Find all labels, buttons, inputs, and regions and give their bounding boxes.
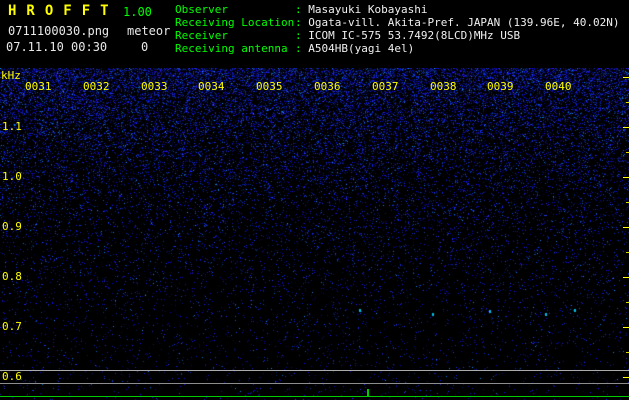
x-axis-label: 0036 bbox=[314, 80, 341, 93]
level-reference-line-upper bbox=[0, 370, 629, 371]
x-axis-label: 0037 bbox=[372, 80, 399, 93]
hrofft-window: HROFFT 1.00 0711100030.png meteor 07.11.… bbox=[0, 0, 629, 400]
station-info-row: Receiving antenna: A504HB(yagi 4el) bbox=[175, 42, 620, 55]
spectrogram-canvas bbox=[0, 68, 629, 400]
y-axis-label: 0.9 bbox=[2, 220, 22, 233]
y-axis-label: 0.6 bbox=[2, 370, 22, 383]
info-value-observer: Masayuki Kobayashi bbox=[308, 3, 428, 16]
y-axis-tick bbox=[623, 327, 629, 328]
y-axis-tick bbox=[623, 177, 629, 178]
output-filename: 0711100030.png bbox=[8, 24, 110, 38]
info-label-antenna: Receiving antenna bbox=[175, 42, 288, 55]
signal-level-trace bbox=[0, 396, 629, 397]
y-axis-label: 1.1 bbox=[2, 120, 22, 133]
y-axis-label: 0.7 bbox=[2, 320, 22, 333]
x-axis-label: 0033 bbox=[141, 80, 168, 93]
x-axis-label: 0040 bbox=[545, 80, 572, 93]
y-axis-label: 1.0 bbox=[2, 170, 22, 183]
x-axis-label: 0038 bbox=[430, 80, 457, 93]
info-separator: : bbox=[295, 3, 309, 16]
x-axis-label: 0039 bbox=[487, 80, 514, 93]
y-axis-label: 0.8 bbox=[2, 270, 22, 283]
app-version: 1.00 bbox=[123, 5, 152, 19]
info-value-receiver: ICOM IC-575 53.7492(8LCD)MHz USB bbox=[308, 29, 521, 42]
info-separator: : bbox=[295, 29, 309, 42]
spectrogram-area: kHz 0031 0032 0033 0034 0035 0036 0037 0… bbox=[0, 68, 629, 400]
signal-level-blip bbox=[367, 389, 369, 396]
y-axis-tick bbox=[623, 277, 629, 278]
info-label-receiver: Receiver bbox=[175, 29, 228, 42]
level-reference-line-lower bbox=[0, 383, 629, 384]
station-info-row: Observer: Masayuki Kobayashi bbox=[175, 3, 620, 16]
station-info-row: Receiver: ICOM IC-575 53.7492(8LCD)MHz U… bbox=[175, 29, 620, 42]
y-axis-tick bbox=[623, 377, 629, 378]
info-value-location: Ogata-vill. Akita-Pref. JAPAN (139.96E, … bbox=[308, 16, 620, 29]
x-axis-label: 0035 bbox=[256, 80, 283, 93]
y-axis-tick bbox=[623, 227, 629, 228]
station-info: Observer: Masayuki Kobayashi Receiving L… bbox=[175, 3, 620, 55]
y-axis-tick bbox=[623, 77, 629, 78]
x-axis-label: 0034 bbox=[198, 80, 225, 93]
mode-label: meteor bbox=[127, 24, 171, 38]
info-separator: : bbox=[295, 42, 309, 55]
y-axis-unit: kHz bbox=[1, 69, 21, 82]
info-value-antenna: A504HB(yagi 4el) bbox=[308, 42, 415, 55]
info-separator: : bbox=[295, 16, 309, 29]
timestamp: 07.11.10 00:30 bbox=[6, 40, 108, 54]
y-axis-tick bbox=[623, 127, 629, 128]
station-info-row: Receiving Location: Ogata-vill. Akita-Pr… bbox=[175, 16, 620, 29]
info-label-location: Receiving Location bbox=[175, 16, 295, 29]
meteor-count: 0 bbox=[141, 40, 149, 54]
x-axis-label: 0031 bbox=[25, 80, 52, 93]
info-label-observer: Observer bbox=[175, 3, 228, 16]
app-title: HROFFT bbox=[8, 3, 119, 19]
x-axis-label: 0032 bbox=[83, 80, 110, 93]
